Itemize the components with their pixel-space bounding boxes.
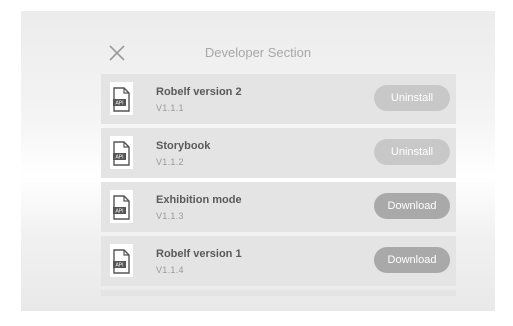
- header: Developer Section: [21, 11, 495, 81]
- list-item: API Robelf version 1 V1.1.4 Download: [101, 236, 456, 286]
- download-button[interactable]: Download: [374, 193, 450, 219]
- item-version: V1.1.1: [156, 103, 184, 113]
- file-icon-label: API: [115, 155, 123, 161]
- item-name: Storybook: [156, 140, 211, 152]
- download-button[interactable]: Download: [374, 247, 450, 273]
- item-version: V1.1.4: [156, 265, 184, 275]
- item-name: Robelf version 1: [156, 248, 242, 260]
- file-icon-label: API: [115, 209, 123, 215]
- item-version: V1.1.3: [156, 211, 184, 221]
- file-icon-label: API: [115, 263, 123, 269]
- list-item-partial: [101, 290, 456, 296]
- item-name: Exhibition mode: [156, 194, 242, 206]
- developer-section-screen: Developer Section API Robelf version 2 V…: [21, 11, 495, 311]
- api-file-icon: API: [110, 190, 133, 223]
- list-item: API Robelf version 2 V1.1.1 Uninstall: [101, 74, 456, 124]
- item-version: V1.1.2: [156, 157, 184, 167]
- list-item: API Exhibition mode V1.1.3 Download: [101, 182, 456, 232]
- uninstall-button[interactable]: Uninstall: [374, 139, 450, 165]
- api-file-icon: API: [110, 136, 133, 169]
- file-icon-label: API: [115, 101, 123, 107]
- page-title: Developer Section: [204, 45, 312, 60]
- module-list: API Robelf version 2 V1.1.1 Uninstall AP…: [101, 74, 456, 296]
- item-name: Robelf version 2: [156, 86, 242, 98]
- list-item: API Storybook V1.1.2 Uninstall: [101, 128, 456, 178]
- api-file-icon: API: [110, 244, 133, 277]
- api-file-icon: API: [110, 82, 133, 115]
- uninstall-button[interactable]: Uninstall: [374, 85, 450, 111]
